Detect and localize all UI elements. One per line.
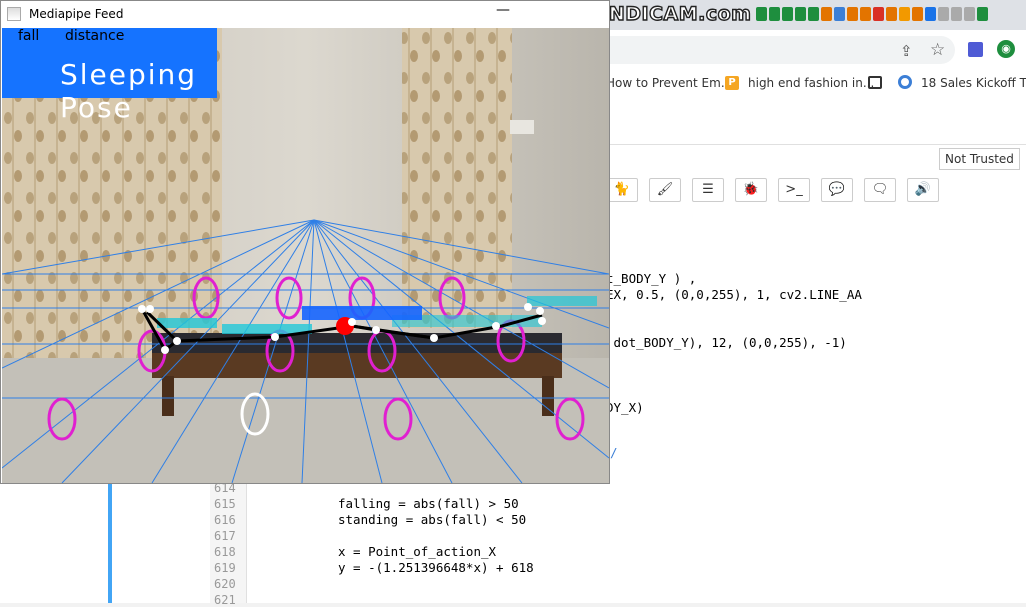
code-comment-icon[interactable]: 💬 [821, 178, 853, 202]
code-fragment: t_BODY_Y ) , [606, 271, 697, 286]
tab-favicon[interactable] [925, 7, 936, 21]
code-line[interactable]: falling = abs(fall) > 50 [338, 496, 519, 511]
tab-favicon[interactable] [808, 7, 819, 21]
share-icon[interactable]: ⇪ [900, 42, 913, 60]
tab-favicon[interactable] [964, 7, 975, 21]
address-bar[interactable] [560, 36, 955, 64]
line-number: 620 [214, 577, 236, 591]
bookmark-circle-icon [898, 75, 912, 89]
pose-status: Sleeping Pose [60, 58, 198, 124]
tab-favicon[interactable] [860, 7, 871, 21]
bookmark-p-icon: P [725, 76, 739, 90]
image-icon[interactable] [868, 76, 882, 89]
cell-selection-bar [108, 480, 112, 603]
tab-favicon[interactable] [847, 7, 858, 21]
distance-readout-blob [302, 306, 422, 320]
tab-favicon[interactable] [834, 7, 845, 21]
window-titlebar[interactable]: Mediapipe Feed — [1, 1, 609, 28]
comment-icon[interactable]: 🗨 [864, 178, 896, 202]
tab-favicon[interactable] [951, 7, 962, 21]
right-curtain [402, 28, 512, 328]
line-number: 615 [214, 497, 236, 511]
code-line[interactable]: standing = abs(fall) < 50 [338, 512, 526, 527]
line-number: 616 [214, 513, 236, 527]
tab-favicon[interactable] [912, 7, 923, 21]
app-icon [7, 7, 21, 21]
profile-icon[interactable]: ◉ [997, 40, 1015, 58]
brush-icon[interactable]: 🖌 [649, 178, 681, 202]
line-number: 621 [214, 593, 236, 607]
code-fragment: / [610, 445, 618, 460]
tab-favicon[interactable] [756, 7, 767, 21]
cat-icon[interactable]: 🐈 [606, 178, 638, 202]
extension-icon[interactable] [968, 42, 983, 57]
bookmark-item[interactable]: high end fashion in... [748, 76, 874, 90]
star-icon[interactable]: ☆ [930, 40, 945, 60]
line-number: 619 [214, 561, 236, 575]
minimize-button[interactable]: — [496, 2, 510, 18]
tab-favicon[interactable] [886, 7, 897, 21]
code-fragment: DY_X) [606, 400, 644, 415]
tab-favicon[interactable] [873, 7, 884, 21]
terminal-icon[interactable]: >_ [778, 178, 810, 202]
wall-switch [510, 120, 534, 134]
bookmark-item[interactable]: How to Prevent Em... [606, 76, 732, 90]
tab-favicon[interactable] [795, 7, 806, 21]
mediapipe-window: Mediapipe Feed — fall distance Sleeping … [0, 0, 610, 484]
status-panel: fall distance Sleeping Pose [2, 28, 217, 124]
bug-icon[interactable]: 🐞 [735, 178, 767, 202]
distance-label: distance [65, 28, 125, 44]
window-title: Mediapipe Feed [29, 7, 124, 21]
bed-leg [542, 376, 554, 416]
code-fragment: dot_BODY_Y), 12, (0,0,255), -1) [606, 335, 847, 350]
tab-favicon[interactable] [782, 7, 793, 21]
code-line[interactable]: y = -(1.251396648*x) + 618 [338, 560, 534, 575]
tab-favicon[interactable] [977, 7, 988, 21]
tab-favicons [756, 7, 988, 21]
line-number: 617 [214, 529, 236, 543]
code-line[interactable]: x = Point_of_action_X [338, 544, 496, 559]
trust-badge[interactable]: Not Trusted [939, 148, 1020, 170]
document-icon[interactable]: ☰ [692, 178, 724, 202]
camera-feed: fall distance Sleeping Pose [2, 28, 609, 483]
bed-leg [162, 376, 174, 416]
tab-favicon[interactable] [899, 7, 910, 21]
tab-favicon[interactable] [938, 7, 949, 21]
bed-frame [152, 353, 562, 378]
code-fragment: EX, 0.5, (0,0,255), 1, cv2.LINE_AA [606, 287, 862, 302]
speaker-icon[interactable]: 🔊 [907, 178, 939, 202]
bookmark-item[interactable]: 18 Sales Kickoff The... [921, 76, 1026, 90]
fall-label: fall [18, 28, 40, 44]
tab-favicon[interactable] [821, 7, 832, 21]
line-number: 618 [214, 545, 236, 559]
tab-favicon[interactable] [769, 7, 780, 21]
notebook-toolbar: 🐈 🖌 ☰ 🐞 >_ 💬 🗨 🔊 [606, 178, 939, 202]
